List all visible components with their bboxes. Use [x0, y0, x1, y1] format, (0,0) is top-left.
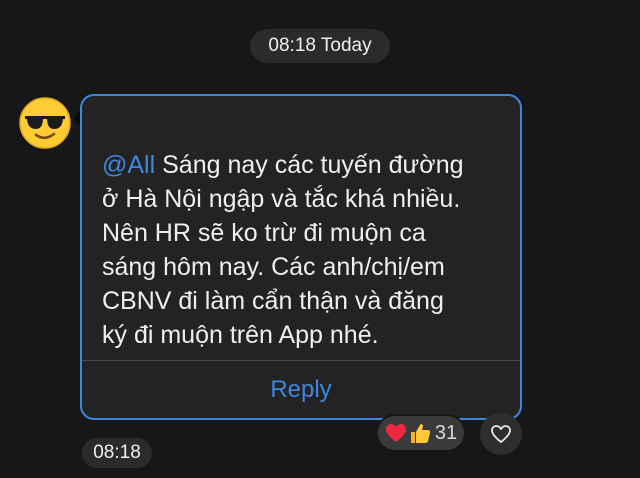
- message-line: Sáng nay các tuyến đường: [155, 151, 464, 179]
- heart-icon: [385, 424, 406, 442]
- sender-avatar[interactable]: [18, 96, 72, 150]
- date-header: 08:18 Today: [250, 29, 390, 63]
- message-line: Nên HR sẽ ko trừ đi muộn ca: [102, 219, 426, 247]
- message-text: @All Sáng nay các tuyến đường ở Hà Nội ng…: [102, 148, 512, 352]
- message-line: ở Hà Nội ngập và tắc khá nhiều.: [102, 185, 461, 213]
- message-line: sáng hôm nay. Các anh/chị/em: [102, 253, 445, 281]
- message-line: ký đi muộn trên App nhé.: [102, 321, 379, 349]
- message-timestamp: 08:18: [82, 438, 152, 468]
- message-line: CBNV đi làm cẩn thận và đăng: [102, 287, 444, 315]
- sunglasses-emoji-icon: [19, 97, 71, 149]
- heart-outline-icon: [491, 425, 511, 443]
- reaction-count: 31: [434, 421, 458, 444]
- reply-divider: [82, 360, 520, 361]
- message-bubble[interactable]: @All Sáng nay các tuyến đường ở Hà Nội ng…: [80, 94, 522, 420]
- thumbs-up-icon: [410, 424, 431, 443]
- add-reaction-button[interactable]: [480, 413, 522, 455]
- mention-all[interactable]: @All: [102, 151, 155, 179]
- reply-button[interactable]: Reply: [82, 362, 520, 418]
- reactions-summary[interactable]: 31: [376, 414, 466, 452]
